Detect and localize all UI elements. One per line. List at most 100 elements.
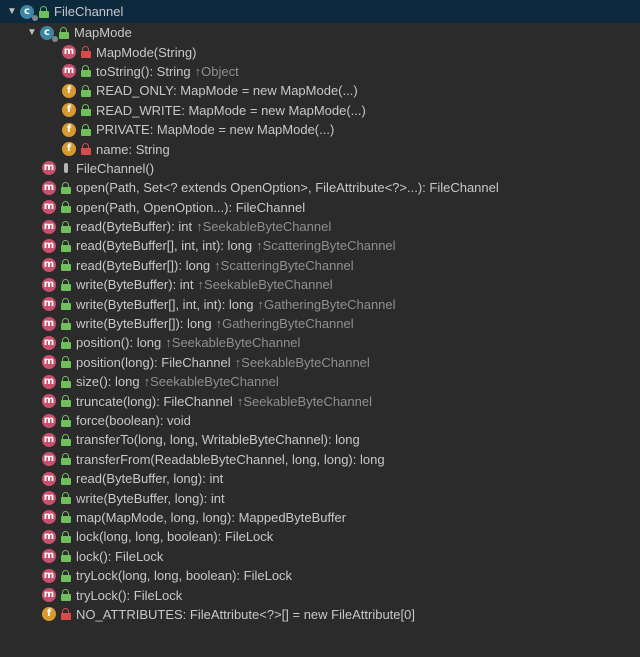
- member-label: map(MapMode, long, long): MappedByteBuff…: [76, 509, 347, 525]
- public-lock-icon: [60, 181, 72, 194]
- inherited-from-label: ↑SeekableByteChannel: [196, 219, 332, 235]
- method-icon: m: [42, 394, 56, 409]
- tree-row[interactable]: m write(ByteBuffer[], int, int): long ↑Gat…: [0, 294, 640, 313]
- method-icon: m: [42, 568, 56, 583]
- member-label: write(ByteBuffer, long): int: [76, 490, 225, 506]
- method-icon: m: [42, 277, 56, 292]
- tree-row[interactable]: m write(ByteBuffer, long): int: [0, 488, 640, 507]
- tree-row[interactable]: m read(ByteBuffer[]): long ↑ScatteringByte…: [0, 256, 640, 275]
- tree-row-mapmode[interactable]: ▼ c MapMode: [0, 23, 640, 42]
- tree-row[interactable]: m open(Path, OpenOption...): FileChannel: [0, 198, 640, 217]
- tree-row[interactable]: m open(Path, Set<? extends OpenOption>, F…: [0, 178, 640, 197]
- method-icon: m: [62, 64, 76, 79]
- inherited-from-label: ↑SeekableByteChannel: [234, 354, 370, 370]
- method-icon: m: [42, 491, 56, 506]
- public-lock-icon: [60, 395, 72, 408]
- member-label: READ_ONLY: MapMode = new MapMode(...): [96, 83, 358, 99]
- method-icon: m: [42, 297, 56, 312]
- tree-row[interactable]: f READ_WRITE: MapMode = new MapMode(...): [0, 101, 640, 120]
- inherited-from-label: ↑SeekableByteChannel: [143, 374, 279, 390]
- member-label: position(): long: [76, 335, 162, 351]
- public-lock-icon: [60, 433, 72, 446]
- method-icon: m: [42, 374, 56, 389]
- method-icon: m: [42, 316, 56, 331]
- member-label: force(boolean): void: [76, 413, 191, 428]
- tree-row[interactable]: f name: String: [0, 139, 640, 158]
- expand-arrow-icon[interactable]: ▼: [4, 4, 20, 20]
- member-label: read(ByteBuffer[], int, int): long: [76, 238, 253, 254]
- field-icon: f: [62, 141, 78, 157]
- method-icon: m: [42, 510, 56, 525]
- public-lock-icon: [80, 104, 92, 117]
- tree-row[interactable]: m tryLock(long, long, boolean): FileLock: [0, 566, 640, 585]
- public-lock-icon: [60, 530, 72, 543]
- tree-row[interactable]: m read(ByteBuffer[], int, int): long ↑Scat…: [0, 236, 640, 255]
- tree-row[interactable]: f NO_ATTRIBUTES: FileAttribute<?>[] = new…: [0, 605, 640, 624]
- member-label: lock(): FileLock: [76, 548, 164, 564]
- member-label: name: String: [96, 141, 170, 157]
- mapmode-class-label: MapMode: [74, 25, 132, 41]
- member-label: transferTo(long, long, WritableByteChann…: [76, 432, 360, 448]
- member-label: read(ByteBuffer): int: [76, 219, 193, 235]
- member-label: open(Path, Set<? extends OpenOption>, Fi…: [76, 180, 499, 196]
- tree-row[interactable]: m lock(long, long, boolean): FileLock: [0, 527, 640, 546]
- public-lock-icon: [60, 550, 72, 563]
- tree-row[interactable]: m read(ByteBuffer): int ↑SeekableByteChann…: [0, 217, 640, 236]
- tree-row[interactable]: m FileChannel(): [0, 159, 640, 178]
- method-icon: m: [42, 549, 56, 564]
- tree-row[interactable]: m write(ByteBuffer): int ↑SeekableByteChan…: [0, 275, 640, 294]
- public-lock-icon: [60, 201, 72, 214]
- field-icon: f: [62, 102, 78, 118]
- member-label: FileChannel(): [76, 160, 155, 176]
- expand-arrow-icon[interactable]: ▼: [24, 25, 40, 41]
- member-label: write(ByteBuffer): int: [76, 277, 194, 293]
- public-lock-icon: [80, 84, 92, 97]
- inherited-from-label: ↑ScatteringByteChannel: [256, 238, 396, 254]
- member-label: NO_ATTRIBUTES: FileAttribute<?>[] = new …: [76, 606, 415, 622]
- tree-row[interactable]: m transferTo(long, long, WritableByteChan…: [0, 430, 640, 449]
- tree-row[interactable]: m write(ByteBuffer[]): long ↑GatheringByte…: [0, 314, 640, 333]
- public-lock-icon: [60, 472, 72, 485]
- tree-row[interactable]: m transferFrom(ReadableByteChannel, long,…: [0, 450, 640, 469]
- tree-row[interactable]: m map(MapMode, long, long): MappedByteBuf…: [0, 508, 640, 527]
- member-label: position(long): FileChannel: [76, 354, 231, 370]
- member-label: transferFrom(ReadableByteChannel, long, …: [76, 451, 385, 467]
- public-lock-icon: [60, 414, 72, 427]
- tree-row[interactable]: m tryLock(): FileLock: [0, 585, 640, 604]
- member-label: read(ByteBuffer, long): int: [76, 471, 224, 487]
- public-lock-icon: [60, 511, 72, 524]
- method-icon: m: [42, 529, 56, 544]
- tree-row[interactable]: m lock(): FileLock: [0, 547, 640, 566]
- inherited-from-label: ↑SeekableByteChannel: [236, 393, 372, 409]
- public-lock-icon: [60, 298, 72, 311]
- member-label: toString(): String: [96, 63, 191, 79]
- tree-row[interactable]: f READ_ONLY: MapMode = new MapMode(...): [0, 81, 640, 100]
- tree-row[interactable]: m position(): long ↑SeekableByteChannel: [0, 333, 640, 352]
- method-icon: m: [42, 161, 56, 176]
- tree-row[interactable]: m position(long): FileChannel ↑SeekableByt…: [0, 353, 640, 372]
- method-icon: m: [42, 200, 56, 215]
- public-lock-icon: [60, 239, 72, 252]
- public-lock-icon: [60, 259, 72, 272]
- inherited-from-label: ↑Object: [194, 63, 239, 79]
- field-icon: f: [62, 83, 78, 99]
- tree-row[interactable]: f PRIVATE: MapMode = new MapMode(...): [0, 120, 640, 139]
- tree-row-root[interactable]: ▼ c FileChannel: [0, 0, 640, 23]
- tree-row[interactable]: m truncate(long): FileChannel ↑SeekableByt…: [0, 391, 640, 410]
- field-icon: f: [62, 122, 78, 138]
- method-icon: m: [62, 45, 76, 60]
- class-icon: c: [20, 4, 38, 21]
- inherited-from-label: ↑GatheringByteChannel: [257, 296, 396, 312]
- member-label: READ_WRITE: MapMode = new MapMode(...): [96, 102, 366, 118]
- member-label: size(): long: [76, 374, 140, 390]
- tree-row[interactable]: m toString(): String ↑Object: [0, 62, 640, 81]
- method-icon: m: [42, 219, 56, 234]
- tree-row[interactable]: m MapMode(String): [0, 42, 640, 61]
- tree-row[interactable]: m read(ByteBuffer, long): int: [0, 469, 640, 488]
- member-label: read(ByteBuffer[]): long: [76, 257, 211, 273]
- tree-row[interactable]: m size(): long ↑SeekableByteChannel: [0, 372, 640, 391]
- private-lock-icon: [80, 143, 92, 156]
- tree-row[interactable]: m force(boolean): void: [0, 411, 640, 430]
- public-lock-icon: [60, 589, 72, 602]
- public-lock-icon: [60, 375, 72, 388]
